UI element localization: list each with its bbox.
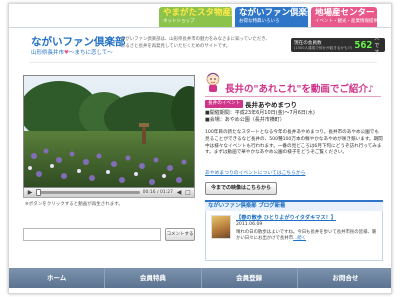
event-name: 長井あやめまつり [245,101,297,109]
player-controls: ▶ 00:16 / 01:27 ◀ □ [23,188,195,198]
blog-post-body: 晴れの日の散歩はよいですね。今日も長井を歩いて長井市民の皆様、暖かい日々にお出か… [236,230,377,242]
tab-subtitle: イベント・観光・産業情報提供施設 [315,19,377,24]
subtitle-left: 山形県長井市 [31,50,65,56]
event-category-badge: 長井のイベント [205,100,244,108]
tab-subtitle: お得な特典いろいろ [239,19,280,24]
divider [9,27,391,28]
blog-post-title[interactable]: 【春の散歩 ひとりよがりイタダキマス！】 [236,214,336,221]
seek-bar[interactable] [36,189,140,196]
video-hint: ※ボタンをクリックすると動画が再生されます。 [25,202,123,207]
event-venue: ■会場：あやめ公園（長井市横町） [205,117,285,123]
event-info: ■開催期間：平成23年6月10日(金)～7月6日(水) ■会場：あやめ公園（長井… [205,110,315,124]
video-player[interactable] [23,75,195,188]
video-frame-image [24,76,194,187]
divider [29,62,377,63]
bottom-nav: ホーム 会員特典 会員登録 お問合せ [9,268,391,288]
player-time: 00:16 / 01:27 [142,190,173,195]
counter-value: 562 [354,39,373,51]
blog-header-label: ながいファン倶楽部 ブログ新着 [208,203,286,209]
site-description: ながいファン倶楽部は、山形県長井市の魅力をみなさまに知っていただき、ふるさと長井… [121,37,270,49]
nav-contact[interactable]: お問合せ [298,268,391,288]
page-frame: やまがたスタ物産館 ネットショップ ながいファン倶楽部 お得な特典いろいろ 地場… [8,3,392,294]
seek-handle[interactable] [36,189,41,196]
volume-icon[interactable]: ◀ [176,189,182,196]
nav-home[interactable]: ホーム [9,268,106,288]
fullscreen-icon[interactable]: □ [185,189,191,196]
subtitle-right: ～まちに恋して～ [68,50,113,56]
event-period: ■開催期間：平成23年6月10日(金)～7月6日(水) [205,110,315,116]
blog-entry: 【春の散歩 ひとりよがりイタダキマス！】 2011.06.09 晴れの日の散歩は… [205,211,383,261]
site-logo-subtitle: 山形県長井市♥～まちに恋して～ [31,48,113,56]
divider [205,96,381,97]
mascot-icon [206,72,220,92]
counter-unit: 人です [374,35,380,56]
tab-title: 地場産センター [315,8,375,18]
comment-button[interactable]: コメントする [165,228,195,241]
tab-title: やまがたスタ物産館 [163,8,232,18]
tab-subtitle: ネットショップ [163,19,195,24]
comment-input[interactable] [23,228,161,241]
blog-read-more-link[interactable]: ...続く [293,236,306,241]
more-videos-button[interactable]: 今までの映像はこちらから [205,182,277,195]
counter-label: 現在の会員数 (1500人達成で何かが起きるかも!?) [294,40,353,50]
event-link[interactable]: あやめまつりのイベントについてはこちらから [205,169,306,176]
tab-fan-club[interactable]: ながいファン倶楽部 お得な特典いろいろ [235,7,308,27]
tab-yamagata-shop[interactable]: やまがたスタ物産館 ネットショップ [159,7,232,27]
blog-post-date: 2011.06.09 [236,222,263,227]
feature-title: 長井の"あれこれ"を動画でご紹介♪ [225,84,374,95]
nav-member-registration[interactable]: 会員登録 [202,268,298,288]
top-tabs: やまがたスタ物産館 ネットショップ ながいファン倶楽部 お得な特典いろいろ 地場… [159,7,377,27]
play-icon[interactable]: ▶ [27,189,33,196]
blog-thumbnail[interactable] [211,215,231,239]
nav-member-benefits[interactable]: 会員特典 [105,268,202,288]
event-description: 100年目の新たなスタートとなる今年の長井あやめまつり。長井市のあやめ公園でも見… [205,130,383,156]
blog-header: ながいファン倶楽部 ブログ新着 [205,200,383,211]
member-counter: 現在の会員数 (1500人達成で何かが起きるかも!?) 562 人です [291,36,385,56]
tab-local-center[interactable]: 地場産センター イベント・観光・産業情報提供施設 [311,7,377,27]
tab-title: ながいファン倶楽部 [239,8,308,18]
site-logo-title[interactable]: ながいファン倶楽部 [31,34,126,49]
